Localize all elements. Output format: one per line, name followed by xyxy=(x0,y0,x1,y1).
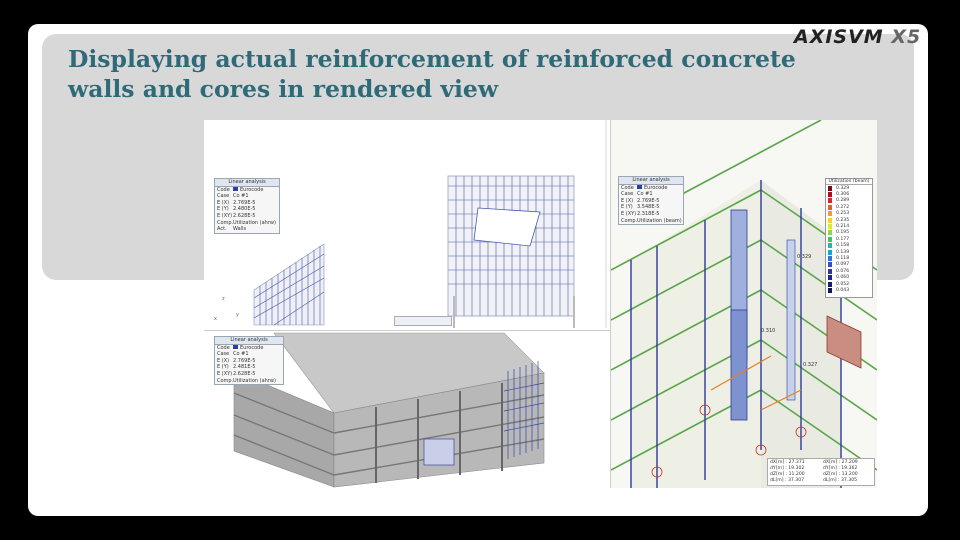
panel-value: 3.548E-5 xyxy=(637,204,660,211)
legend-color-swatch xyxy=(828,198,832,204)
legend-value: 0.177 xyxy=(836,236,850,242)
panel-value: 2.318E-5 xyxy=(637,210,660,217)
legend-value: 0.214 xyxy=(836,224,850,230)
info-panel-walls[interactable]: Linear analysis Code Eurocode Case Co #1 E… xyxy=(214,178,280,234)
panel-value: 2.628E-5 xyxy=(233,370,256,377)
legend-color-swatch xyxy=(828,268,832,274)
panel-key: E (XY) xyxy=(217,370,233,377)
color-swatch xyxy=(233,344,238,349)
legend-color-swatch xyxy=(828,255,832,261)
panel-value: Utilization (beam) xyxy=(637,217,682,224)
legend-value: 0.289 xyxy=(836,198,850,204)
panel-key: Case xyxy=(621,191,634,198)
legend-value: 0.052 xyxy=(836,281,850,287)
legend-entry: 0.043 xyxy=(826,287,872,293)
axis-x-label: x xyxy=(214,316,217,322)
legend-color-swatch xyxy=(828,204,832,210)
panel-key: Comp. xyxy=(217,377,234,384)
value-label: 0.310 xyxy=(761,328,776,334)
info-panel-core[interactable]: Linear analysis Code Eurocode Case Co #1 E… xyxy=(618,176,684,226)
legend-value: 0.118 xyxy=(836,255,850,261)
coords-col-1: dX[m] : 27.371 dY[m] : 19.302 dZ[m] : 11… xyxy=(768,459,821,485)
panel-key: Comp. xyxy=(621,217,638,224)
legend-value: 0.272 xyxy=(836,204,850,210)
view-toolbar[interactable] xyxy=(394,316,452,326)
panel-key: E (Y) xyxy=(217,364,229,371)
legend-value: 0.076 xyxy=(836,268,850,274)
panel-key: E (X) xyxy=(217,199,230,206)
panel-value: Eurocode xyxy=(240,186,264,193)
utilization-legend[interactable]: Utilization (beam) 0.329 0.306 0.289 0.272 0… xyxy=(825,178,873,298)
panel-key: E (X) xyxy=(217,357,230,364)
panel-key: E (X) xyxy=(621,197,634,204)
panel-value: Eurocode xyxy=(644,184,668,191)
legend-color-swatch xyxy=(828,287,832,293)
panel-key: E (Y) xyxy=(217,206,229,213)
title-line-1: Displaying actual reinforcement of reinf… xyxy=(68,45,796,73)
legend-color-swatch xyxy=(828,230,832,236)
legend-color-swatch xyxy=(828,243,832,249)
legend-value: 0.043 xyxy=(836,287,850,293)
legend-value: 0.060 xyxy=(836,275,850,281)
legend-value: 0.306 xyxy=(836,192,850,198)
axis-z-label: z xyxy=(222,296,225,302)
panel-key: Code xyxy=(217,344,230,351)
legend-color-swatch xyxy=(828,236,832,242)
legend-color-swatch xyxy=(828,224,832,230)
panel-header: Linear analysis xyxy=(215,179,279,187)
title-line-2: walls and cores in rendered view xyxy=(68,75,499,103)
panel-header: Linear analysis xyxy=(619,177,683,185)
legend-color-swatch xyxy=(828,211,832,217)
legend-value: 0.329 xyxy=(836,185,850,191)
coords-col-2: dX[m] : 27.209 dY[m] : 19.362 dZ[m] : 13… xyxy=(821,459,874,485)
legend-value: 0.235 xyxy=(836,217,850,223)
info-panel-building[interactable]: Linear analysis Code Eurocode Case Co #1 E… xyxy=(214,336,284,386)
color-swatch xyxy=(637,184,642,189)
coord-value: dL[m] : 37.307 xyxy=(770,478,805,483)
slide: AXISVM X5 Displaying actual reinforcemen… xyxy=(28,24,928,516)
panel-value: Walls xyxy=(233,226,247,233)
panel-key: Comp. xyxy=(217,219,234,226)
panel-value: 2.769E-5 xyxy=(233,357,256,364)
color-swatch xyxy=(233,186,238,191)
legend-value: 0.253 xyxy=(836,211,850,217)
panel-key: E (XY) xyxy=(621,210,637,217)
panel-value: Utilization (ahrw) xyxy=(233,219,276,226)
panel-key: Case xyxy=(217,351,230,358)
value-label: 0.329 xyxy=(797,254,812,260)
legend-color-swatch xyxy=(828,185,832,191)
panel-key: Case xyxy=(217,193,230,200)
panel-value: Utilization (ahrw) xyxy=(233,377,276,384)
panel-value: Co #1 xyxy=(233,351,249,358)
panel-value: 2.480E-5 xyxy=(233,206,256,213)
coordinate-readout: dX[m] : 27.371 dY[m] : 19.302 dZ[m] : 11… xyxy=(767,458,875,486)
legend-value: 0.195 xyxy=(836,230,850,236)
legend-value: 0.139 xyxy=(836,249,850,255)
coord-value: dL[m] : 37.305 xyxy=(823,478,858,483)
panel-value: 2.769E-5 xyxy=(637,197,660,204)
panel-header: Linear analysis xyxy=(215,337,283,345)
legend-value: 0.097 xyxy=(836,262,850,268)
panel-key: E (XY) xyxy=(217,212,233,219)
panel-value: 2.769E-5 xyxy=(233,199,256,206)
panel-value: 2.628E-5 xyxy=(233,212,256,219)
legend-color-swatch xyxy=(828,262,832,268)
legend-color-swatch xyxy=(828,192,832,198)
legend-color-swatch xyxy=(828,281,832,287)
panel-key: E (Y) xyxy=(621,204,633,211)
panel-key: Code xyxy=(217,186,230,193)
slide-title: Displaying actual reinforcement of reinf… xyxy=(68,44,928,104)
panel-value: 2.481E-5 xyxy=(233,364,256,371)
legend-color-swatch xyxy=(828,217,832,223)
panel-value: Co #1 xyxy=(637,191,653,198)
axis-y-label: y xyxy=(236,312,239,318)
panel-key: Code xyxy=(621,184,634,191)
legend-value: 0.158 xyxy=(836,243,850,249)
legend-color-swatch xyxy=(828,249,832,255)
value-label: 0.327 xyxy=(803,362,818,368)
legend-color-swatch xyxy=(828,275,832,281)
panel-value: Eurocode xyxy=(240,344,264,351)
panel-value: Co #1 xyxy=(233,193,249,200)
panel-key: Act. xyxy=(217,226,227,233)
